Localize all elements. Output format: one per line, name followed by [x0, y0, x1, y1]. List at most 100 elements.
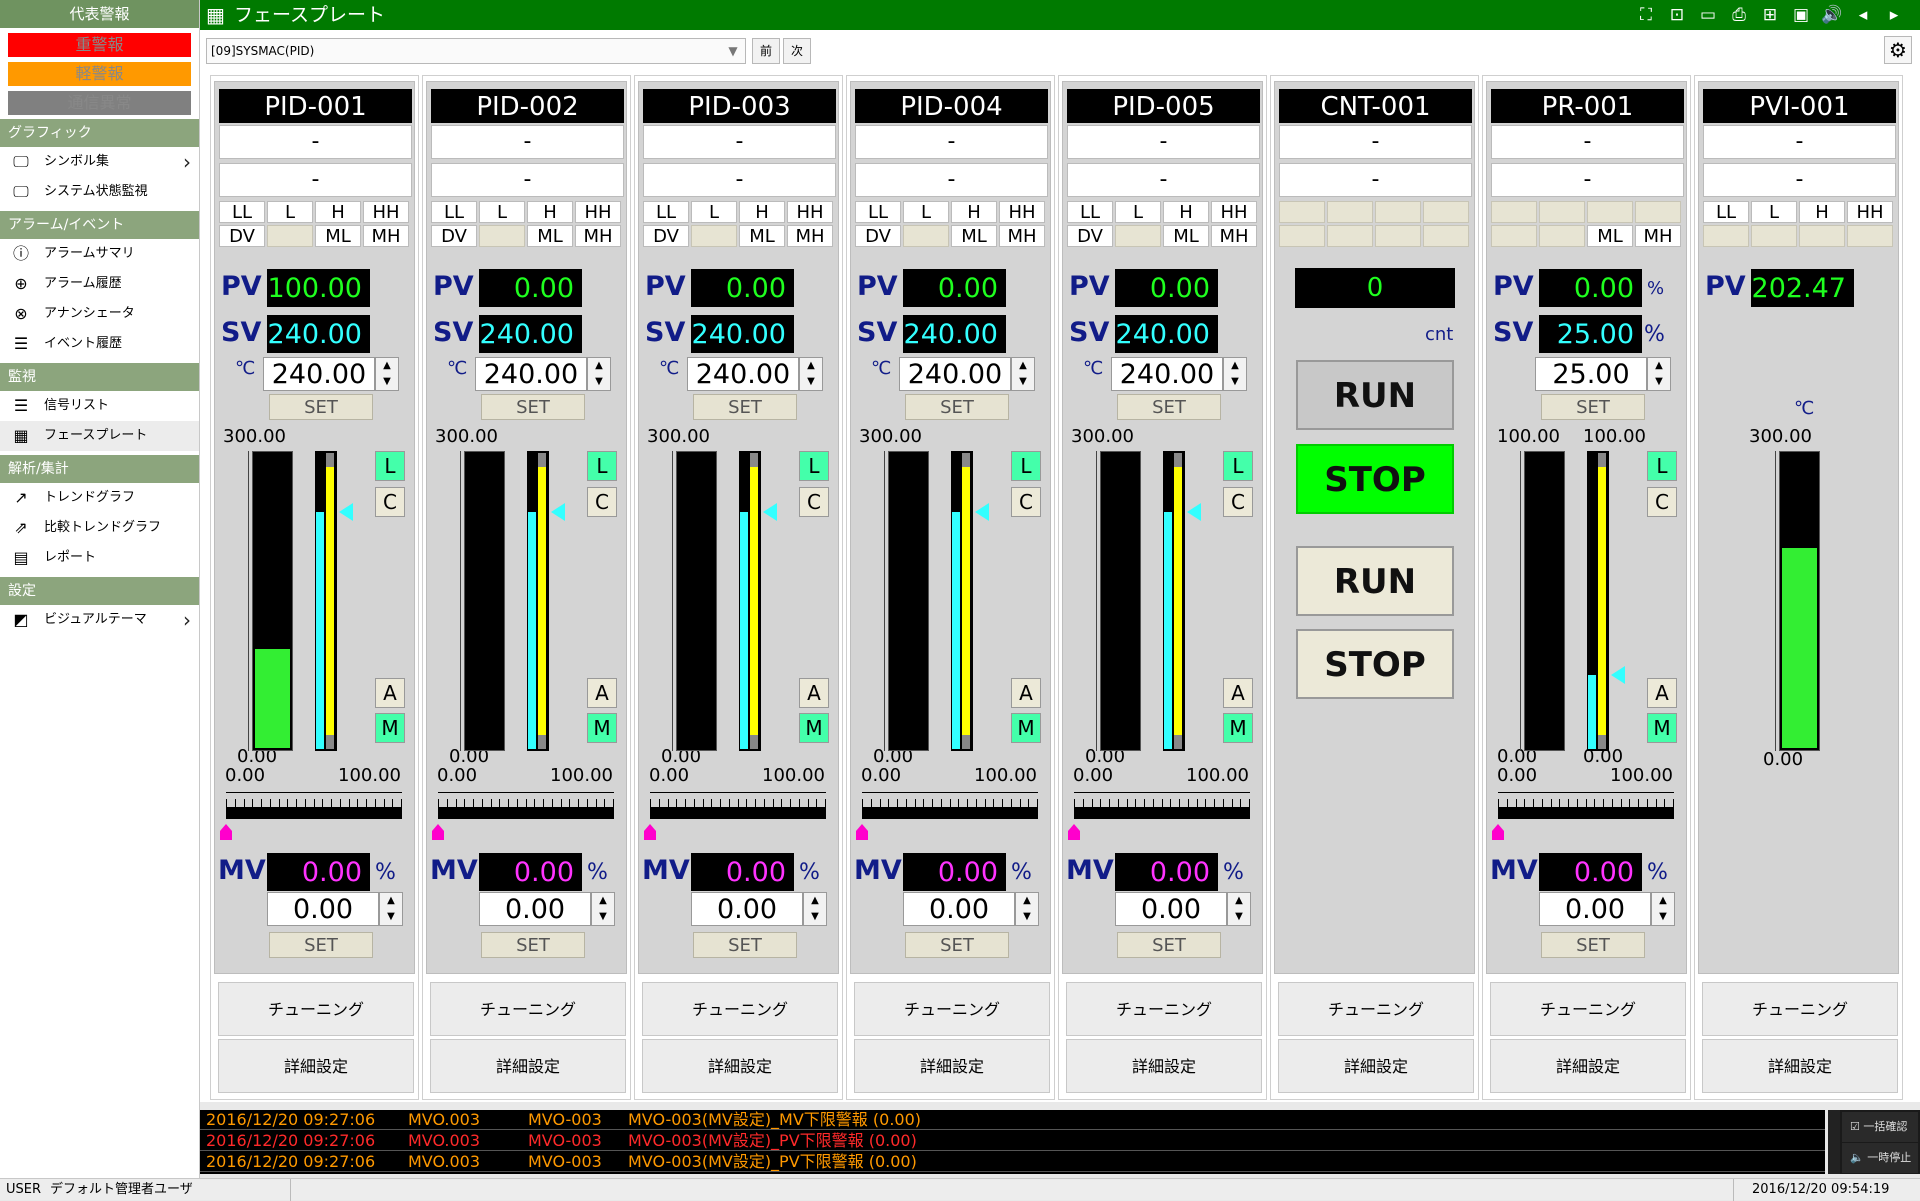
mv-input[interactable]: 0.00 [691, 892, 803, 926]
sv-set-button[interactable]: SET [1541, 394, 1645, 420]
window-icon[interactable]: ▭ [1696, 4, 1720, 26]
ack-all-button[interactable]: ☑ 一括確認 [1842, 1112, 1918, 1142]
alarm-log-scrollbar[interactable] [1828, 1110, 1840, 1174]
mv-spinner[interactable]: ▲ ▼ [379, 892, 403, 926]
sv-input[interactable]: 240.00 [475, 357, 587, 391]
tuning-button[interactable]: チューニング [1490, 982, 1686, 1036]
mode-a-button[interactable]: A [1223, 678, 1253, 708]
sidebar-item[interactable]: ⊗ アナンシェータ [0, 299, 199, 329]
mode-m-button[interactable]: M [375, 713, 405, 743]
gear-icon[interactable]: ⚙ [1884, 36, 1912, 64]
sv-set-button[interactable]: SET [905, 394, 1009, 420]
mv-spinner[interactable]: ▲ ▼ [1227, 892, 1251, 926]
tuning-button[interactable]: チューニング [1702, 982, 1898, 1036]
mode-a-button[interactable]: A [1011, 678, 1041, 708]
sv-set-button[interactable]: SET [269, 394, 373, 420]
sidebar-item[interactable]: 🖵 システム状態監視 [0, 177, 199, 207]
mode-m-button[interactable]: M [1223, 713, 1253, 743]
mode-c-button[interactable]: C [1223, 487, 1253, 517]
layout-icon[interactable]: ⊞ [1758, 4, 1782, 26]
sv-spinner[interactable]: ▲ ▼ [1011, 357, 1035, 391]
mv-set-button[interactable]: SET [905, 932, 1009, 958]
prev-button[interactable]: 前 [752, 38, 780, 64]
mv-spinner[interactable]: ▲ ▼ [803, 892, 827, 926]
sv-spinner[interactable]: ▲ ▼ [799, 357, 823, 391]
chevron-down-icon[interactable]: ▼ [723, 41, 743, 61]
sidebar-item[interactable]: ⇗ 比較トレンドグラフ [0, 513, 199, 543]
sidebar-item[interactable]: ▤ レポート [0, 543, 199, 573]
mode-c-button[interactable]: C [799, 487, 829, 517]
faceplate-group-select[interactable]: [09]SYSMAC(PID) ▼ [206, 38, 746, 64]
next-button[interactable]: 次 [783, 38, 811, 64]
mode-l-button[interactable]: L [1223, 451, 1253, 481]
shrink-icon[interactable]: ⊡ [1665, 4, 1689, 26]
run-button[interactable]: RUN [1296, 546, 1454, 616]
sv-input[interactable]: 240.00 [899, 357, 1011, 391]
mv-set-button[interactable]: SET [1117, 932, 1221, 958]
mode-l-button[interactable]: L [1647, 451, 1677, 481]
tuning-button[interactable]: チューニング [218, 982, 414, 1036]
tuning-button[interactable]: チューニング [430, 982, 626, 1036]
tuning-button[interactable]: チューニング [854, 982, 1050, 1036]
alarm-log-row[interactable]: 2016/12/20 09:27:06 MVO.003 MVO-003 MVO-003… [200, 1110, 1825, 1130]
alarm-log-row[interactable]: 2016/12/20 09:27:06 MVO.003 MVO-003 MVO-003… [200, 1131, 1825, 1151]
stop-button[interactable]: STOP [1296, 629, 1454, 699]
mode-m-button[interactable]: M [799, 713, 829, 743]
sv-input[interactable]: 240.00 [1111, 357, 1223, 391]
prev-icon[interactable]: ◂ [1851, 4, 1875, 26]
sv-set-button[interactable]: SET [693, 394, 797, 420]
sidebar-item[interactable]: ☰ 信号リスト [0, 391, 199, 421]
sv-input[interactable]: 240.00 [263, 357, 375, 391]
mode-a-button[interactable]: A [799, 678, 829, 708]
sv-spinner[interactable]: ▲ ▼ [1647, 357, 1671, 391]
mv-input[interactable]: 0.00 [1115, 892, 1227, 926]
mode-m-button[interactable]: M [587, 713, 617, 743]
mode-l-button[interactable]: L [799, 451, 829, 481]
detail-settings-button[interactable]: 詳細設定 [430, 1039, 626, 1093]
sv-spinner[interactable]: ▲ ▼ [587, 357, 611, 391]
sv-set-button[interactable]: SET [481, 394, 585, 420]
mode-a-button[interactable]: A [587, 678, 617, 708]
detail-settings-button[interactable]: 詳細設定 [642, 1039, 838, 1093]
sidebar-item[interactable]: ⊕ アラーム履歴 [0, 269, 199, 299]
mv-set-button[interactable]: SET [269, 932, 373, 958]
detail-settings-button[interactable]: 詳細設定 [218, 1039, 414, 1093]
sidebar-item[interactable]: ↗ トレンドグラフ [0, 483, 199, 513]
detail-settings-button[interactable]: 詳細設定 [1702, 1039, 1898, 1093]
print-icon[interactable]: ⎙ [1727, 4, 1751, 26]
mode-m-button[interactable]: M [1011, 713, 1041, 743]
mv-input[interactable]: 0.00 [903, 892, 1015, 926]
mode-c-button[interactable]: C [1011, 487, 1041, 517]
sidebar-item[interactable]: 🖵 シンボル集 › [0, 147, 199, 177]
detail-settings-button[interactable]: 詳細設定 [1066, 1039, 1262, 1093]
mode-c-button[interactable]: C [587, 487, 617, 517]
sv-input[interactable]: 25.00 [1535, 357, 1647, 391]
detail-settings-button[interactable]: 詳細設定 [1490, 1039, 1686, 1093]
tuning-button[interactable]: チューニング [1066, 982, 1262, 1036]
mode-l-button[interactable]: L [587, 451, 617, 481]
monitor-icon[interactable]: ▣ [1789, 4, 1813, 26]
tuning-button[interactable]: チューニング [1278, 982, 1474, 1036]
mv-spinner[interactable]: ▲ ▼ [591, 892, 615, 926]
tuning-button[interactable]: チューニング [642, 982, 838, 1036]
pause-sound-button[interactable]: 🔈 一時停止 [1842, 1143, 1918, 1173]
mv-spinner[interactable]: ▲ ▼ [1651, 892, 1675, 926]
detail-settings-button[interactable]: 詳細設定 [1278, 1039, 1474, 1093]
sv-spinner[interactable]: ▲ ▼ [375, 357, 399, 391]
mode-a-button[interactable]: A [1647, 678, 1677, 708]
mode-m-button[interactable]: M [1647, 713, 1677, 743]
mv-set-button[interactable]: SET [1541, 932, 1645, 958]
next-icon[interactable]: ▸ [1882, 4, 1906, 26]
mv-input[interactable]: 0.00 [479, 892, 591, 926]
mode-l-button[interactable]: L [1011, 451, 1041, 481]
mode-c-button[interactable]: C [1647, 487, 1677, 517]
sv-input[interactable]: 240.00 [687, 357, 799, 391]
alarm-log-row[interactable]: 2016/12/20 09:27:06 MVO.003 MVO-003 MVO-003… [200, 1152, 1825, 1172]
sidebar-item[interactable]: ◩ ビジュアルテーマ › [0, 605, 199, 635]
mv-set-button[interactable]: SET [693, 932, 797, 958]
sv-set-button[interactable]: SET [1117, 394, 1221, 420]
mv-input[interactable]: 0.00 [267, 892, 379, 926]
mv-set-button[interactable]: SET [481, 932, 585, 958]
expand-icon[interactable]: ⛶ [1634, 4, 1658, 26]
detail-settings-button[interactable]: 詳細設定 [854, 1039, 1050, 1093]
